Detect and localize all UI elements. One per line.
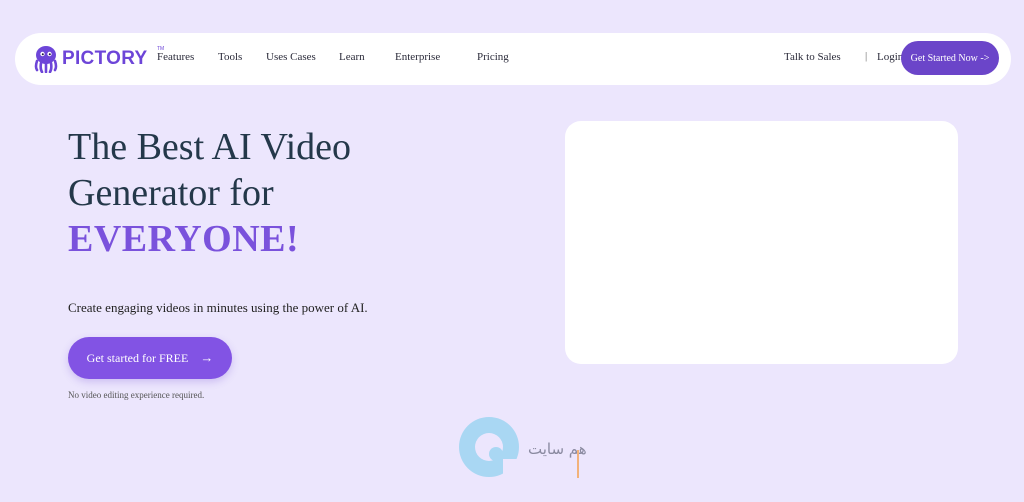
get-started-free-label: Get started for FREE bbox=[86, 350, 189, 365]
brand-name: PICTORY bbox=[62, 48, 148, 69]
nav-link-pricing[interactable]: Pricing bbox=[477, 51, 509, 63]
hero-title-accent: EVERYONE! bbox=[68, 218, 300, 260]
watermark-bar bbox=[577, 450, 579, 478]
login-link[interactable]: Login bbox=[877, 51, 903, 63]
hero-subtitle: Create engaging videos in minutes using … bbox=[68, 300, 368, 315]
hero-title: The Best AI Video Generator for EVERYONE… bbox=[68, 124, 488, 262]
hero-note: No video editing experience required. bbox=[68, 390, 205, 400]
get-started-now-button[interactable]: Get Started Now -> bbox=[901, 41, 999, 75]
top-navbar: PICTORY TM Features Tools Uses Cases Lea… bbox=[15, 33, 1011, 85]
nav-link-tools[interactable]: Tools bbox=[218, 51, 242, 63]
pictory-logo[interactable]: PICTORY TM bbox=[33, 44, 164, 74]
arrow-right-icon: → bbox=[200, 350, 214, 365]
nav-separator: | bbox=[865, 50, 868, 62]
octopus-icon bbox=[34, 46, 58, 73]
nav-link-features[interactable]: Features bbox=[157, 51, 194, 63]
nav-link-uses-cases[interactable]: Uses Cases bbox=[266, 51, 316, 63]
nav-link-enterprise[interactable]: Enterprise bbox=[395, 51, 440, 63]
nav-link-learn[interactable]: Learn bbox=[339, 51, 365, 63]
get-started-free-button[interactable]: Get started for FREE → bbox=[68, 337, 232, 379]
video-player[interactable] bbox=[565, 121, 958, 364]
hero-title-line-1: The Best AI Video bbox=[68, 126, 352, 168]
talk-to-sales-link[interactable]: Talk to Sales bbox=[784, 51, 841, 63]
hero-title-line-2: Generator for bbox=[68, 172, 274, 214]
